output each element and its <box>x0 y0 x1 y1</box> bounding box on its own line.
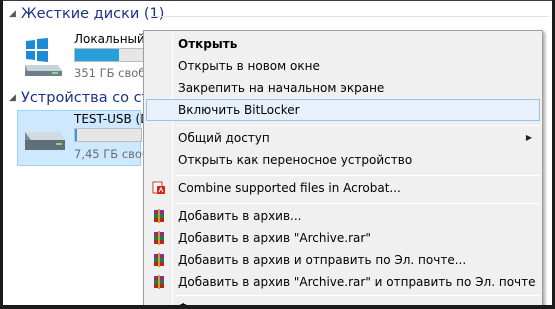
context-menu: Открыть Открыть в новом окне Закрепить н… <box>143 30 543 305</box>
menu-item-add-archive-rar-email[interactable]: Добавить в архив "Archive.rar" и отправи… <box>146 271 540 293</box>
section-divider <box>153 16 549 17</box>
menu-item-add-archive-email[interactable]: Добавить в архив и отправить по Эл. почт… <box>146 249 540 271</box>
local-drive-item[interactable]: Локальный д 351 ГБ свобо <box>17 30 157 86</box>
winrar-icon <box>154 275 164 289</box>
local-drive-usage-fill <box>75 49 120 61</box>
winrar-icon <box>154 209 164 223</box>
usb-drive-free-space: 7,45 ГБ своб <box>74 147 150 161</box>
menu-separator <box>176 175 540 176</box>
menu-item-add-archive[interactable]: Добавить в архив... <box>146 205 540 227</box>
local-drive-free-space: 351 ГБ свобо <box>74 66 153 80</box>
menu-separator <box>176 125 540 126</box>
menu-item-add-archive-rar[interactable]: Добавить в архив "Archive.rar" <box>146 227 540 249</box>
winrar-icon <box>154 231 164 245</box>
submenu-arrow-icon: ▶ <box>525 133 532 142</box>
usb-drive-name: TEST-USB (D <box>74 112 150 126</box>
section-hard-drives-label: Жесткие диски (1) <box>21 6 165 22</box>
chevron-down-icon: ◢ <box>9 93 16 103</box>
windows-drive-icon <box>25 38 62 76</box>
winrar-icon <box>154 253 164 267</box>
menu-separator <box>176 295 540 296</box>
usb-drive-usage-bar <box>74 128 142 142</box>
menu-item-open-portable[interactable]: Открыть как переносное устройство <box>146 149 540 171</box>
section-removable-label: Устройства со съ <box>21 90 152 106</box>
local-drive-usage-bar <box>74 48 144 62</box>
chevron-down-icon: ◢ <box>9 9 16 19</box>
menu-item-open-new-window[interactable]: Открыть в новом окне <box>146 55 540 77</box>
section-hard-drives[interactable]: ◢ Жесткие диски (1) <box>9 6 164 22</box>
menu-item-format[interactable]: Форматировать... <box>146 297 540 305</box>
menu-item-sharing[interactable]: Общий доступ ▶ <box>146 127 540 149</box>
usb-drive-usage-fill <box>75 129 77 141</box>
explorer-window: ◢ Жесткие диски (1) Локальный д 351 ГБ с… <box>0 0 555 309</box>
menu-separator <box>176 203 540 204</box>
menu-item-open[interactable]: Открыть <box>146 33 540 55</box>
menu-item-acrobat[interactable]: Combine supported files in Acrobat... <box>146 177 540 199</box>
usb-drive-icon <box>25 132 65 150</box>
acrobat-icon <box>152 181 165 194</box>
menu-item-bitlocker[interactable]: Включить BitLocker <box>146 99 540 121</box>
section-removable-devices[interactable]: ◢ Устройства со съ <box>9 90 152 106</box>
menu-item-pin-start[interactable]: Закрепить на начальном экране <box>146 77 540 99</box>
